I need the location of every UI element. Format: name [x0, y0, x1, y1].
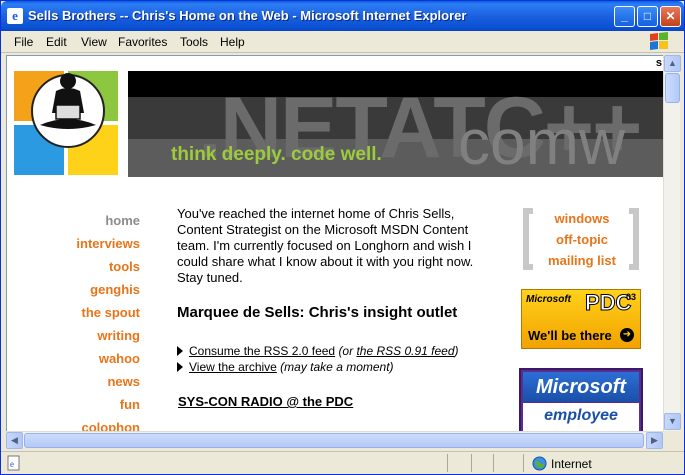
ms-badge-top: Microsoft [523, 372, 639, 402]
nav-the-spout[interactable]: the spout [76, 301, 141, 324]
menu-tools[interactable]: Tools [180, 35, 208, 49]
status-separator [523, 454, 524, 472]
rss-close-text: ) [454, 344, 459, 358]
nav-news[interactable]: news [76, 370, 140, 393]
menu-view[interactable]: View [81, 35, 107, 49]
svg-text:e: e [10, 459, 14, 469]
minimize-button[interactable]: _ [614, 6, 635, 27]
pdc-badge[interactable]: Microsoft PDC 03 We'll be there ➜ [521, 289, 641, 349]
window-title: Sells Brothers -- Chris's Home on the We… [28, 8, 467, 23]
page-status-icon: e [7, 455, 20, 471]
corner-letter: s [655, 57, 662, 69]
menu-file[interactable]: File [14, 35, 33, 49]
syscon-link[interactable]: SYS-CON RADIO @ the PDC [178, 394, 353, 409]
menu-favorites[interactable]: Favorites [118, 35, 167, 49]
rss091-link[interactable]: the RSS 0.91 feed [356, 344, 454, 358]
vertical-scrollbar[interactable]: ▲ ▼ [663, 55, 681, 431]
pdc-text: PDC [584, 290, 632, 316]
intro-text: You've reached the internet home of Chri… [177, 206, 474, 285]
windows-flag-icon [650, 32, 668, 50]
page-viewport: s .NETATC++ comw think deeply. code well… [6, 55, 663, 431]
internet-globe-icon [532, 456, 547, 471]
link-off-topic[interactable]: off-topic [537, 229, 627, 250]
horizontal-scroll-thumb[interactable] [24, 433, 644, 448]
scroll-left-button[interactable]: ◀ [6, 432, 23, 449]
menu-bar: File Edit View Favorites Tools Help [1, 31, 684, 53]
nav-tools[interactable]: tools [76, 255, 140, 278]
status-bar: e Internet [1, 451, 684, 474]
banner-big-text-2: comw [458, 106, 626, 177]
banner-tagline: think deeply. code well. [171, 144, 382, 165]
section-heading: Marquee de Sells: Chris's insight outlet [177, 304, 458, 321]
pdc-ms-text: Microsoft [526, 294, 571, 305]
scroll-right-button[interactable]: ▶ [646, 432, 663, 449]
ms-badge-bottom: employee [523, 403, 639, 431]
nav-interviews[interactable]: interviews [76, 232, 140, 255]
main-content: You've reached the internet home of Chri… [177, 206, 487, 286]
menu-edit[interactable]: Edit [46, 35, 67, 49]
pdc-there-text: We'll be there [528, 328, 612, 343]
archive-line: View the archive (may take a moment) [177, 360, 394, 374]
meditating-figure-icon [31, 73, 105, 148]
vertical-scroll-thumb[interactable] [665, 73, 680, 103]
horizontal-scrollbar[interactable]: ◀ ▶ [6, 431, 663, 449]
maximize-button[interactable]: □ [637, 6, 658, 27]
right-links: windows off-topic mailing list [523, 208, 639, 270]
left-nav: home interviews tools genghis the spout … [76, 209, 140, 431]
scroll-up-button[interactable]: ▲ [664, 55, 681, 72]
ie-icon: e [7, 8, 23, 24]
nav-writing[interactable]: writing [76, 324, 140, 347]
rss-or-text: (or [338, 344, 354, 358]
rss2-link[interactable]: Consume the RSS 2.0 feed [189, 344, 335, 358]
status-zone: Internet [551, 457, 592, 471]
bullet-arrow-icon [177, 362, 183, 372]
right-bracket [629, 208, 639, 270]
arrow-right-icon: ➜ [620, 328, 634, 342]
status-separator [493, 454, 494, 472]
nav-fun[interactable]: fun [76, 393, 140, 416]
close-button[interactable]: ✕ [660, 6, 681, 27]
archive-note: (may take a moment) [280, 360, 394, 374]
title-bar[interactable]: e Sells Brothers -- Chris's Home on the … [1, 1, 684, 31]
link-mailing-list[interactable]: mailing list [537, 250, 627, 271]
left-bracket [523, 208, 533, 270]
rss-line: Consume the RSS 2.0 feed (or the RSS 0.9… [177, 344, 459, 358]
pdc-year: 03 [626, 292, 637, 302]
browser-window: e Sells Brothers -- Chris's Home on the … [0, 0, 685, 475]
status-separator [447, 454, 448, 472]
archive-link[interactable]: View the archive [189, 360, 277, 374]
header-banner: .NETATC++ comw think deeply. code well. [128, 71, 663, 177]
scroll-down-button[interactable]: ▼ [664, 413, 681, 430]
bullet-arrow-icon [177, 346, 183, 356]
menu-help[interactable]: Help [220, 35, 245, 49]
nav-home[interactable]: home [76, 209, 140, 232]
nav-wahoo[interactable]: wahoo [76, 347, 140, 370]
status-separator [471, 454, 472, 472]
nav-genghis[interactable]: genghis [76, 278, 140, 301]
microsoft-employee-badge[interactable]: Microsoft employee [519, 368, 643, 431]
link-windows[interactable]: windows [537, 208, 627, 229]
nav-colophon[interactable]: colophon [76, 416, 141, 431]
